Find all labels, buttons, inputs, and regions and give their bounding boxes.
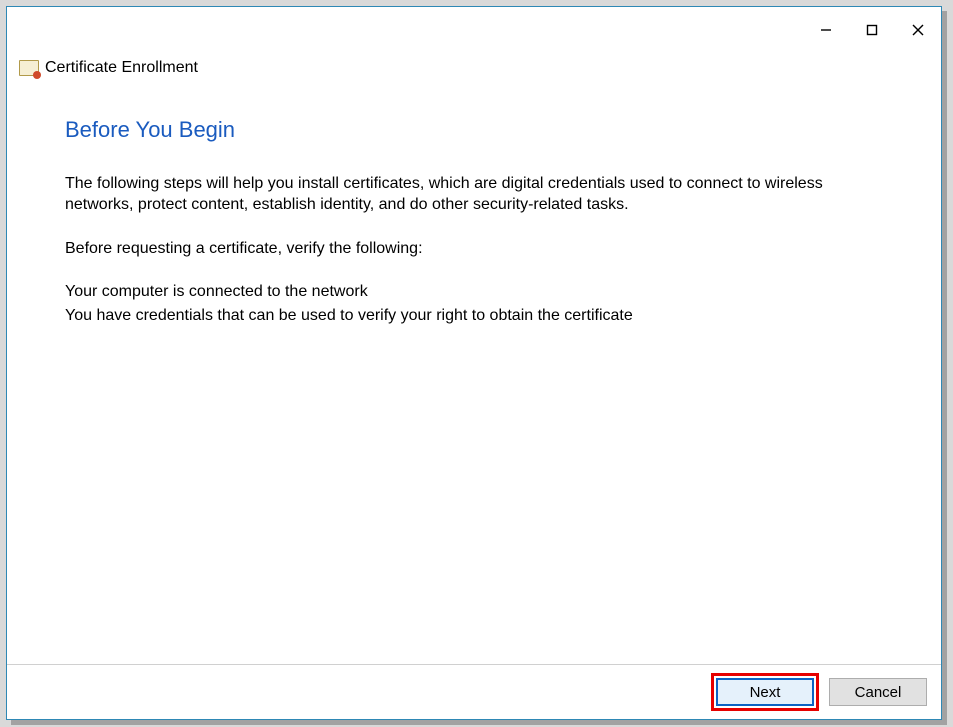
wizard-name-label: Certificate Enrollment [45, 59, 198, 77]
intro-text: The following steps will help you instal… [65, 173, 885, 216]
titlebar [7, 7, 941, 55]
next-button-highlight: Next [711, 673, 819, 711]
maximize-button[interactable] [849, 15, 895, 45]
maximize-icon [866, 24, 878, 36]
next-button[interactable]: Next [716, 678, 814, 706]
wizard-content: Before You Begin The following steps wil… [7, 85, 941, 664]
wizard-footer: Next Cancel [7, 664, 941, 719]
verify-item: Your computer is connected to the networ… [65, 281, 891, 303]
close-icon [912, 24, 924, 36]
page-heading: Before You Begin [65, 115, 891, 145]
cancel-button[interactable]: Cancel [829, 678, 927, 706]
minimize-icon [820, 24, 832, 36]
certificate-enrollment-window: Certificate Enrollment Before You Begin … [6, 6, 942, 720]
minimize-button[interactable] [803, 15, 849, 45]
wizard-header: Certificate Enrollment [7, 55, 941, 85]
certificate-icon [19, 60, 39, 76]
close-button[interactable] [895, 15, 941, 45]
verify-list: Your computer is connected to the networ… [65, 281, 891, 326]
verify-item: You have credentials that can be used to… [65, 305, 891, 327]
verify-heading: Before requesting a certificate, verify … [65, 238, 885, 260]
